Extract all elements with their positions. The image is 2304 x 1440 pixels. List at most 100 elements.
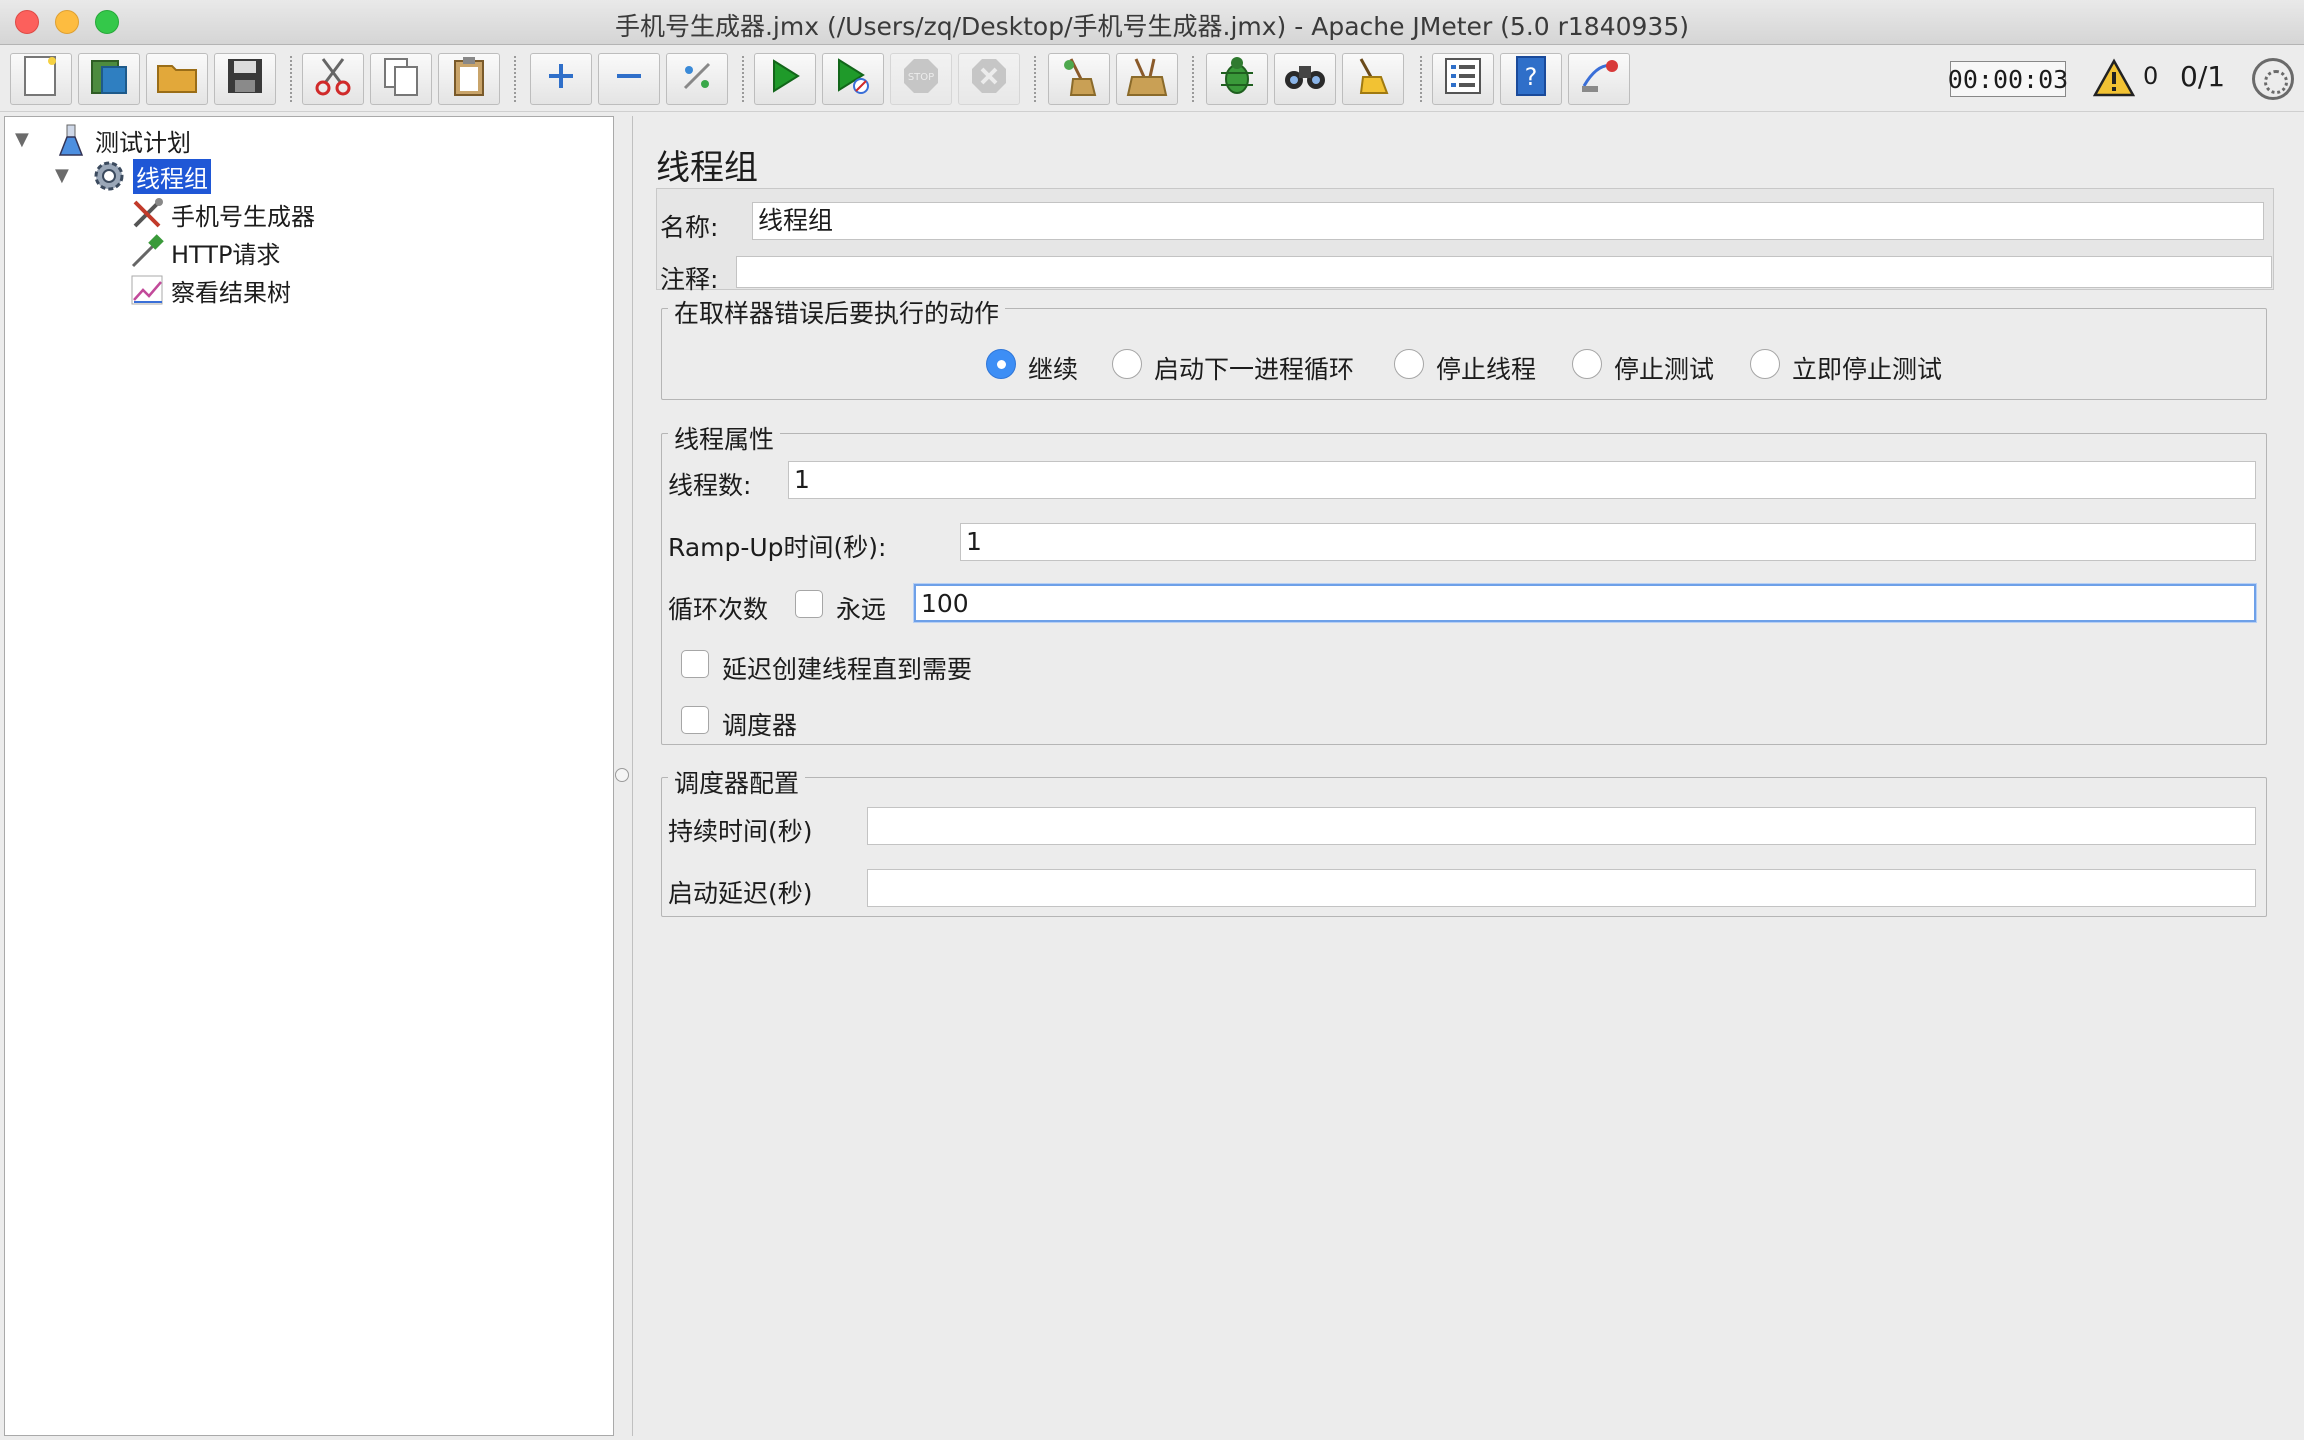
toolbar-separator [742, 56, 744, 102]
name-field[interactable]: 线程组 [752, 202, 2264, 240]
help-button[interactable]: ? [1500, 53, 1562, 105]
tree-item-test-plan[interactable]: ▼ 测试计划 [15, 123, 191, 157]
scheduler-checkbox[interactable] [681, 706, 709, 734]
gear-icon [91, 158, 127, 194]
toggle-icon [679, 58, 715, 100]
plus-icon [545, 60, 577, 98]
rampup-field[interactable]: 1 [960, 523, 2256, 561]
remote-icon [1578, 56, 1620, 102]
search-button[interactable] [1274, 53, 1336, 105]
divider [632, 116, 633, 1436]
copy-icon [381, 55, 421, 103]
play-no-timers-icon [835, 57, 871, 101]
play-icon [769, 58, 801, 100]
bug-icon [1217, 55, 1257, 103]
comment-field[interactable] [736, 256, 2272, 288]
templates-icon [88, 55, 130, 103]
toolbar-separator [290, 56, 292, 102]
active-thread-count: 0/1 [2180, 60, 2226, 93]
pipette-icon [129, 234, 165, 270]
window-title: 手机号生成器.jmx (/Users/zq/Desktop/手机号生成器.jmx… [614, 12, 1689, 41]
stop-button[interactable]: STOP [890, 53, 952, 105]
new-button[interactable] [10, 53, 72, 105]
comment-label: 注释: [660, 265, 719, 294]
tree-item-thread-group[interactable]: ▼ 线程组 [55, 158, 211, 194]
copy-button[interactable] [370, 53, 432, 105]
radio-stop-thread[interactable] [1394, 349, 1424, 379]
list-icon [1443, 56, 1483, 102]
expand-button[interactable] [530, 53, 592, 105]
clear-button[interactable] [1048, 53, 1110, 105]
chart-icon [129, 272, 165, 308]
stop-icon: STOP [902, 57, 940, 101]
toolbar-separator [514, 56, 516, 102]
collapse-button[interactable] [598, 53, 660, 105]
thread-count-label: 线程数: [668, 471, 752, 500]
templates-button[interactable] [78, 53, 140, 105]
radio-stop-test-now[interactable] [1750, 349, 1780, 379]
start-no-pause-button[interactable] [822, 53, 884, 105]
page-title: 线程组 [656, 148, 758, 188]
duration-label: 持续时间(秒) [668, 817, 813, 846]
radio-continue[interactable] [986, 349, 1016, 379]
remote-button[interactable] [1568, 53, 1630, 105]
tree-item-phone-generator[interactable]: 手机号生成器 [129, 197, 315, 231]
title-bar: 手机号生成器.jmx (/Users/zq/Desktop/手机号生成器.jmx… [0, 0, 2304, 45]
startup-delay-field[interactable] [867, 869, 2256, 907]
scissors-icon [313, 55, 353, 103]
save-icon [225, 56, 265, 102]
splitter-grip-icon[interactable] [615, 768, 629, 782]
tree-item-http-request[interactable]: HTTP请求 [129, 234, 280, 270]
tree-item-view-results-tree[interactable]: 察看结果树 [129, 273, 291, 307]
broom-all-icon [1126, 55, 1168, 103]
delay-thread-creation-label: 延迟创建线程直到需要 [722, 655, 973, 684]
log-viewer-button[interactable] [1432, 53, 1494, 105]
toolbar: STOP ? 00:00:03 0 0/1 [0, 46, 2304, 112]
shutdown-button[interactable] [958, 53, 1020, 105]
warning-count: 0 [2143, 62, 2159, 90]
scheduler-label: 调度器 [722, 711, 798, 740]
loop-count-field[interactable]: 100 [914, 584, 2256, 622]
duration-field[interactable] [867, 807, 2256, 845]
cut-button[interactable] [302, 53, 364, 105]
function-helper-button[interactable] [1206, 53, 1268, 105]
save-button[interactable] [214, 53, 276, 105]
reset-search-button[interactable] [1342, 53, 1404, 105]
svg-text:STOP: STOP [908, 72, 934, 83]
radio-start-next-loop-label: 启动下一进程循环 [1154, 355, 1355, 384]
scheduler-config-title: 调度器配置 [668, 764, 806, 800]
forever-checkbox[interactable] [795, 590, 823, 618]
paste-button[interactable] [438, 53, 500, 105]
start-button[interactable] [754, 53, 816, 105]
startup-delay-label: 启动延迟(秒) [668, 879, 813, 908]
shutdown-icon [970, 57, 1008, 101]
radio-stop-test-label: 停止测试 [1614, 355, 1715, 384]
binoculars-icon [1283, 58, 1327, 100]
run-status-indicator [2252, 58, 2294, 100]
broom-search-icon [1353, 55, 1393, 103]
radio-stop-test[interactable] [1572, 349, 1602, 379]
broom-icon [1059, 55, 1099, 103]
minus-icon [613, 60, 645, 98]
toolbar-separator [1420, 56, 1422, 102]
test-plan-tree: ▼ 测试计划 ▼ 线程组 手机号生成器 HTTP请求 察看结果树 [4, 116, 614, 1436]
radio-stop-thread-label: 停止线程 [1436, 355, 1537, 384]
error-action-title: 在取样器错误后要执行的动作 [668, 294, 1006, 330]
thread-count-field[interactable]: 1 [788, 461, 2256, 499]
clear-all-button[interactable] [1116, 53, 1178, 105]
loop-count-label: 循环次数 [668, 595, 769, 624]
warning-icon[interactable] [2092, 58, 2136, 98]
elapsed-timer: 00:00:03 [1948, 61, 2068, 97]
help-book-icon: ? [1514, 55, 1548, 103]
open-button[interactable] [146, 53, 208, 105]
radio-start-next-loop[interactable] [1112, 349, 1142, 379]
new-document-icon [22, 55, 60, 103]
expand-triangle-icon[interactable]: ▼ [55, 165, 69, 186]
delay-thread-creation-checkbox[interactable] [681, 650, 709, 678]
open-folder-icon [155, 56, 199, 102]
paste-icon [450, 55, 488, 103]
expand-triangle-icon[interactable]: ▼ [15, 129, 29, 150]
name-label: 名称: [660, 213, 719, 242]
toggle-button[interactable] [666, 53, 728, 105]
forever-label: 永远 [836, 595, 887, 624]
